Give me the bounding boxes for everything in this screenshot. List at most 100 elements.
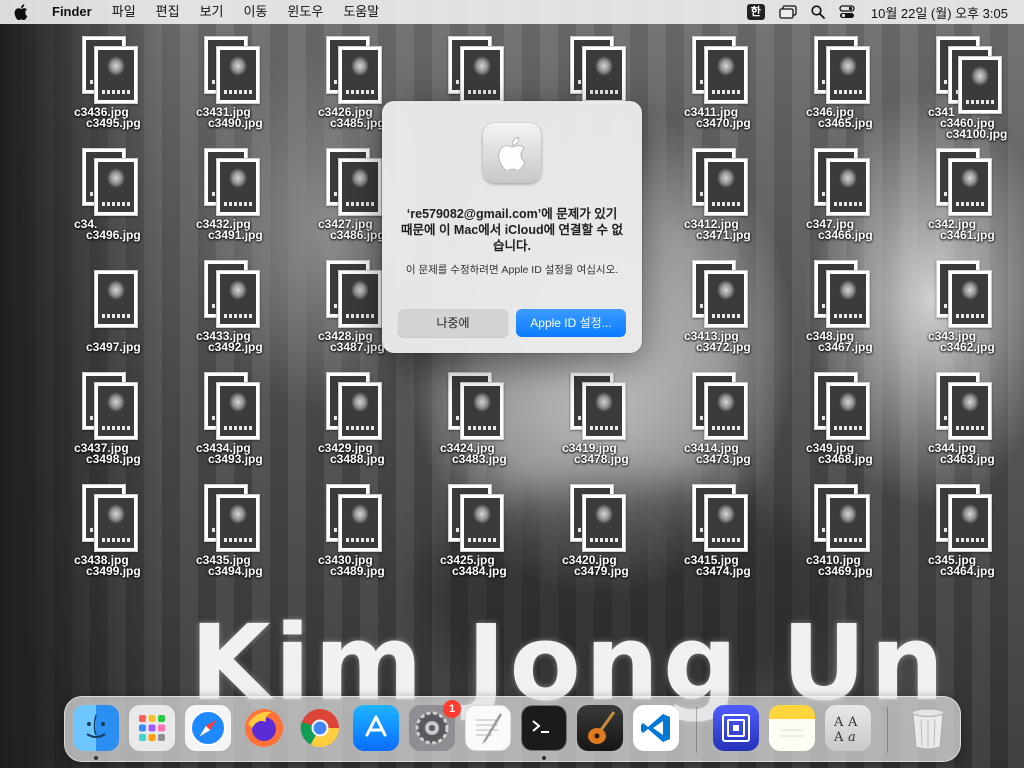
- jpg-file-thumbnail[interactable]: [94, 46, 138, 104]
- file-name-label[interactable]: c3467.jpg: [818, 341, 873, 354]
- file-name-label[interactable]: c3498.jpg: [86, 453, 141, 466]
- menu-view[interactable]: 보기: [190, 0, 234, 24]
- jpg-file-thumbnail[interactable]: [826, 382, 870, 440]
- jpg-file-thumbnail[interactable]: [582, 494, 626, 552]
- file-name-label[interactable]: c3484.jpg: [452, 565, 507, 578]
- file-name-label[interactable]: c3466.jpg: [818, 229, 873, 242]
- jpg-file-thumbnail[interactable]: [704, 494, 748, 552]
- safari-icon[interactable]: [185, 705, 231, 751]
- file-name-label[interactable]: c3497.jpg: [86, 341, 141, 354]
- file-name-label[interactable]: c3478.jpg: [574, 453, 629, 466]
- file-name-label[interactable]: c3495.jpg: [86, 117, 141, 130]
- file-name-label[interactable]: c3465.jpg: [818, 117, 873, 130]
- menu-help[interactable]: 도움말: [333, 0, 389, 24]
- jpg-file-thumbnail[interactable]: [948, 158, 992, 216]
- trash-icon[interactable]: [905, 705, 951, 751]
- jpg-file-thumbnail[interactable]: [582, 382, 626, 440]
- file-name-label[interactable]: c3483.jpg: [452, 453, 507, 466]
- jpg-file-thumbnail[interactable]: [826, 46, 870, 104]
- jpg-file-thumbnail[interactable]: [460, 494, 504, 552]
- file-name-label[interactable]: c3488.jpg: [330, 453, 385, 466]
- firefox-icon[interactable]: [241, 705, 287, 751]
- file-name-label[interactable]: c3469.jpg: [818, 565, 873, 578]
- apple-menu-icon[interactable]: [0, 0, 42, 24]
- jpg-file-thumbnail[interactable]: [338, 494, 382, 552]
- jpg-file-thumbnail[interactable]: [216, 46, 260, 104]
- spotlight-search-icon[interactable]: [811, 5, 825, 19]
- jpg-file-thumbnail[interactable]: [582, 46, 626, 104]
- file-name-label[interactable]: c3487.jpg: [330, 341, 385, 354]
- jpg-file-thumbnail[interactable]: [94, 382, 138, 440]
- file-name-label[interactable]: c3470.jpg: [696, 117, 751, 130]
- textedit-icon[interactable]: [465, 705, 511, 751]
- notes-icon[interactable]: [769, 705, 815, 751]
- file-name-label[interactable]: c3472.jpg: [696, 341, 751, 354]
- later-button[interactable]: 나중에: [398, 309, 508, 337]
- jpg-file-thumbnail[interactable]: [94, 494, 138, 552]
- file-name-label[interactable]: c3491.jpg: [208, 229, 263, 242]
- file-name-label[interactable]: c3471.jpg: [696, 229, 751, 242]
- jpg-file-thumbnail[interactable]: [460, 46, 504, 104]
- file-name-label[interactable]: c3494.jpg: [208, 565, 263, 578]
- jpg-file-thumbnail[interactable]: [826, 494, 870, 552]
- file-name-label[interactable]: c3490.jpg: [208, 117, 263, 130]
- input-method-indicator[interactable]: 한: [746, 4, 765, 20]
- jpg-file-thumbnail[interactable]: [958, 56, 1002, 114]
- control-center-icon[interactable]: [839, 5, 855, 19]
- jpg-file-thumbnail[interactable]: [338, 158, 382, 216]
- jpg-file-thumbnail[interactable]: [704, 158, 748, 216]
- file-name-label[interactable]: c3474.jpg: [696, 565, 751, 578]
- vscode-icon[interactable]: [633, 705, 679, 751]
- jpg-file-thumbnail[interactable]: [94, 158, 138, 216]
- window-switcher-icon[interactable]: [779, 5, 797, 19]
- system-preferences-icon[interactable]: 1: [409, 700, 461, 751]
- file-name-label[interactable]: c34100.jpg: [946, 128, 1007, 141]
- jpg-file-thumbnail[interactable]: [216, 382, 260, 440]
- jpg-file-thumbnail[interactable]: [948, 494, 992, 552]
- jpg-file-thumbnail[interactable]: [216, 158, 260, 216]
- jpg-file-thumbnail[interactable]: [948, 382, 992, 440]
- app-store-icon[interactable]: [353, 705, 399, 751]
- jpg-file-thumbnail[interactable]: [704, 270, 748, 328]
- jpg-file-thumbnail[interactable]: [216, 270, 260, 328]
- file-name-label[interactable]: c3492.jpg: [208, 341, 263, 354]
- file-name-label[interactable]: c3462.jpg: [940, 341, 995, 354]
- jpg-file-thumbnail[interactable]: [948, 270, 992, 328]
- file-name-label[interactable]: c3496.jpg: [86, 229, 141, 242]
- jpg-file-thumbnail[interactable]: [94, 270, 138, 328]
- chrome-icon[interactable]: [297, 705, 343, 751]
- finder-icon[interactable]: [73, 705, 119, 751]
- file-name-label[interactable]: c3489.jpg: [330, 565, 385, 578]
- terminal-icon[interactable]: [521, 705, 567, 751]
- remote-desktop-icon[interactable]: [713, 705, 759, 751]
- apple-id-settings-button[interactable]: Apple ID 설정...: [516, 309, 626, 337]
- launchpad-icon[interactable]: [129, 705, 175, 751]
- jpg-file-thumbnail[interactable]: [338, 382, 382, 440]
- file-name-label[interactable]: c3468.jpg: [818, 453, 873, 466]
- jpg-file-thumbnail[interactable]: [704, 46, 748, 104]
- jpg-file-thumbnail[interactable]: [826, 270, 870, 328]
- file-name-label[interactable]: c3486.jpg: [330, 229, 385, 242]
- file-name-label[interactable]: c3473.jpg: [696, 453, 751, 466]
- jpg-file-thumbnail[interactable]: [826, 158, 870, 216]
- file-name-label[interactable]: c3499.jpg: [86, 565, 141, 578]
- file-name-label[interactable]: c3463.jpg: [940, 453, 995, 466]
- menu-finder[interactable]: Finder: [42, 0, 102, 24]
- garageband-icon[interactable]: [577, 705, 623, 751]
- file-name-label[interactable]: c3479.jpg: [574, 565, 629, 578]
- file-name-label[interactable]: c3485.jpg: [330, 117, 385, 130]
- font-book-icon[interactable]: AAAa: [825, 705, 871, 751]
- menu-edit[interactable]: 편집: [146, 0, 190, 24]
- jpg-file-thumbnail[interactable]: [460, 382, 504, 440]
- file-name-label[interactable]: c3464.jpg: [940, 565, 995, 578]
- menubar-clock[interactable]: 10월 22일 (월) 오후 3:05: [871, 3, 1008, 22]
- jpg-file-thumbnail[interactable]: [704, 382, 748, 440]
- menu-window[interactable]: 윈도우: [277, 0, 333, 24]
- file-name-label[interactable]: c3493.jpg: [208, 453, 263, 466]
- file-name-label[interactable]: c3461.jpg: [940, 229, 995, 242]
- menu-file[interactable]: 파일: [102, 0, 146, 24]
- jpg-file-thumbnail[interactable]: [338, 46, 382, 104]
- jpg-file-thumbnail[interactable]: [216, 494, 260, 552]
- jpg-file-thumbnail[interactable]: [338, 270, 382, 328]
- menu-go[interactable]: 이동: [234, 0, 278, 24]
